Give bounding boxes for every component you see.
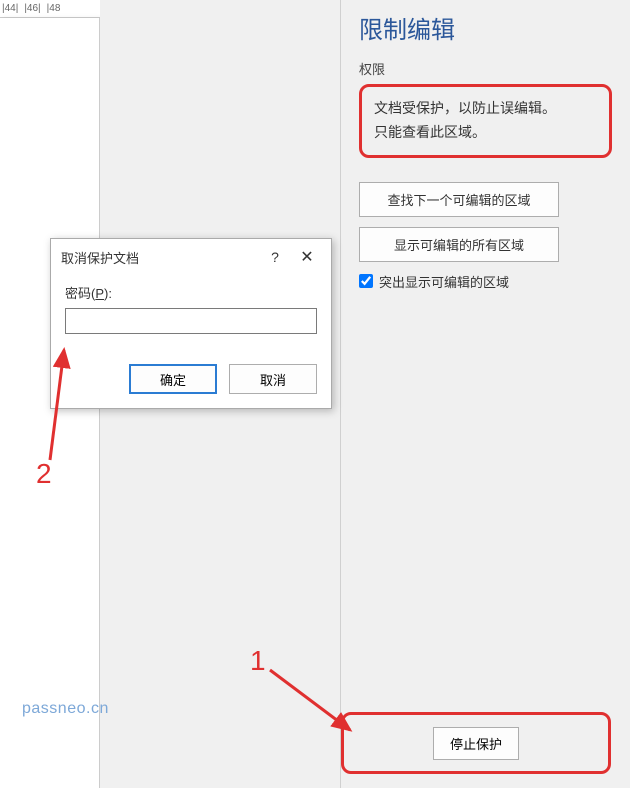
find-next-region-button[interactable]: 查找下一个可编辑的区域 (359, 182, 559, 217)
ruler-mark: |44| (2, 3, 18, 14)
info-text-line: 只能查看此区域。 (374, 121, 597, 145)
unprotect-document-dialog: 取消保护文档 ? ✕ 密码(P): 确定 取消 (50, 238, 332, 409)
restrict-editing-panel: 限制编辑 权限 文档受保护，以防止误编辑。 只能查看此区域。 查找下一个可编辑的… (340, 0, 630, 788)
close-icon[interactable]: ✕ (291, 245, 323, 269)
ruler: |44| |46| |48 (0, 0, 110, 18)
ruler-mark: |48 (47, 3, 61, 14)
watermark-text: passneo.cn (22, 700, 109, 718)
ok-button[interactable]: 确定 (129, 364, 217, 394)
stop-protection-highlight: 停止保护 (341, 712, 611, 774)
panel-title: 限制编辑 (359, 10, 612, 45)
highlight-regions-checkbox[interactable] (359, 274, 373, 288)
show-all-regions-button[interactable]: 显示可编辑的所有区域 (359, 227, 559, 262)
help-icon[interactable]: ? (259, 245, 291, 269)
password-label: 密码(P): (65, 283, 317, 302)
stop-protection-button[interactable]: 停止保护 (433, 727, 519, 760)
highlight-regions-checkbox-row[interactable]: 突出显示可编辑的区域 (359, 272, 612, 291)
protection-info-box: 文档受保护，以防止误编辑。 只能查看此区域。 (359, 84, 612, 158)
permissions-label: 权限 (359, 59, 612, 78)
ruler-mark: |46| (24, 3, 40, 14)
highlight-regions-label: 突出显示可编辑的区域 (379, 272, 509, 291)
dialog-titlebar[interactable]: 取消保护文档 ? ✕ (51, 239, 331, 275)
password-input[interactable] (65, 308, 317, 334)
dialog-title-text: 取消保护文档 (61, 248, 139, 267)
dialog-body: 密码(P): 确定 取消 (51, 275, 331, 408)
info-text-line: 文档受保护，以防止误编辑。 (374, 97, 597, 121)
cancel-button[interactable]: 取消 (229, 364, 317, 394)
